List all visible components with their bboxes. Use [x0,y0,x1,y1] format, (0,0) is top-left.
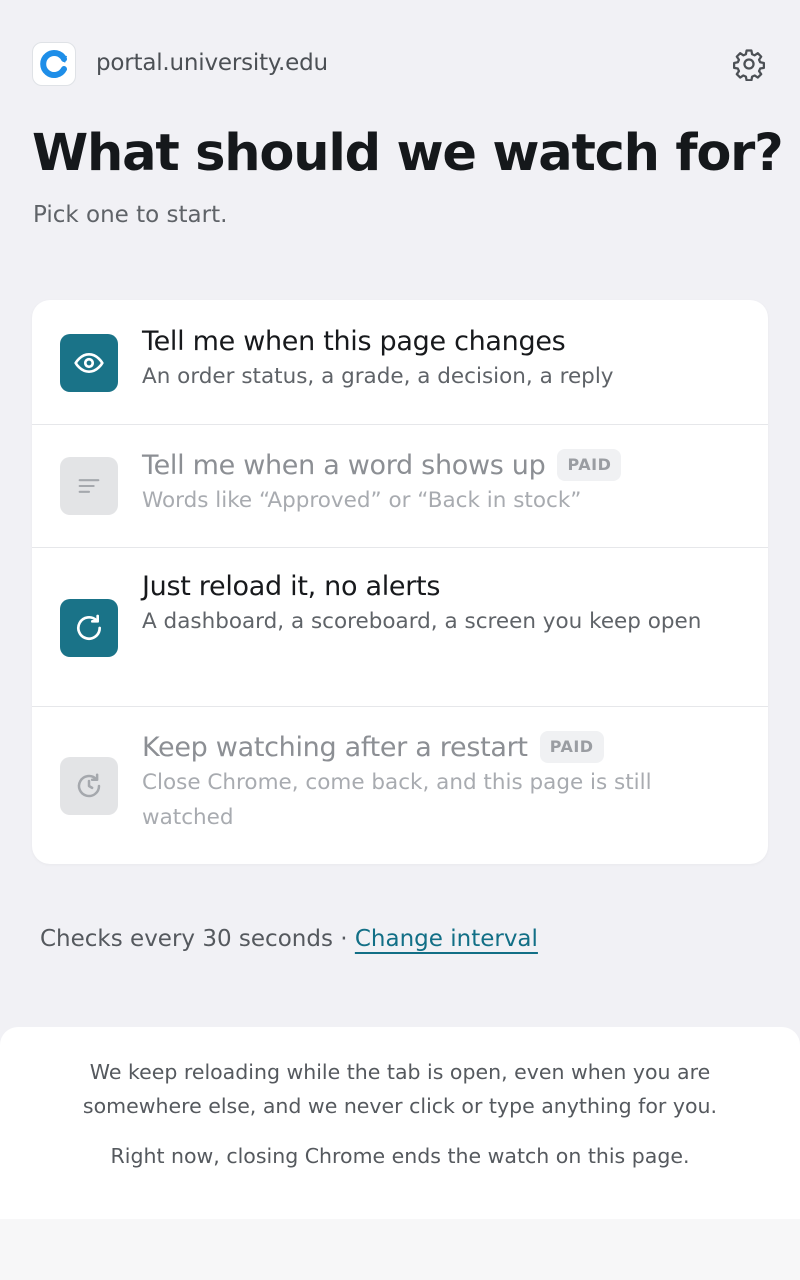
paid-badge: PAID [539,731,604,763]
interval-line: Checks every 30 seconds · Change interva… [40,926,538,952]
option-description: A dashboard, a scoreboard, a screen you … [142,609,702,634]
option-title: Keep watching after a restart [142,731,528,763]
watch-options-card: Tell me when this page changes An order … [32,300,768,864]
option-title: Tell me when a word shows up [142,449,546,481]
text-lines-icon [60,457,118,515]
restart-icon [60,757,118,815]
option-title: Tell me when this page changes [142,326,566,357]
paid-badge: PAID [557,449,622,481]
reload-arrow-icon [32,42,76,86]
page-title: What should we watch for? [32,124,784,183]
change-interval-link[interactable]: Change interval [355,926,538,952]
info-panel: We keep reloading while the tab is open,… [0,1027,800,1219]
info-text-1: We keep reloading while the tab is open,… [82,1060,718,1118]
option-description: Close Chrome, come back, and this page i… [142,770,652,830]
gear-icon[interactable] [730,45,768,83]
option-page-changes[interactable]: Tell me when this page changes An order … [32,300,768,425]
page-subtitle: Pick one to start. [33,202,228,228]
option-just-reload[interactable]: Just reload it, no alerts A dashboard, a… [32,548,768,707]
option-word-shows-up[interactable]: Tell me when a word shows up PAID Words … [32,425,768,548]
interval-text: Checks every 30 seconds · [40,926,355,952]
site-header: portal.university.edu [32,42,768,88]
refresh-icon [60,599,118,657]
info-text-2: Right now, closing Chrome ends the watch… [110,1144,690,1168]
option-description: An order status, a grade, a decision, a … [142,364,614,389]
eye-icon [60,334,118,392]
bottom-area [0,1219,800,1280]
site-domain: portal.university.edu [96,50,328,76]
option-keep-after-restart[interactable]: Keep watching after a restart PAID Close… [32,707,768,864]
option-title: Just reload it, no alerts [142,571,441,602]
option-description: Words like “Approved” or “Back in stock” [142,488,582,513]
